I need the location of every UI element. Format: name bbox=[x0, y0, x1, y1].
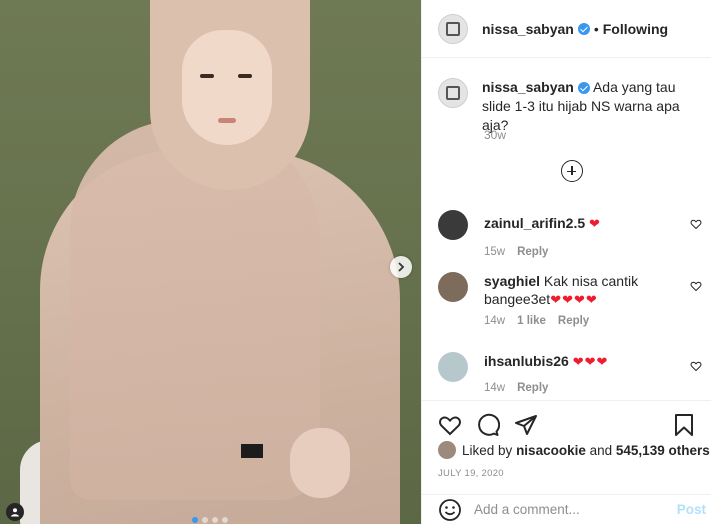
comment-item: zainul_arifin2.5 ❤ 15w Reply bbox=[438, 210, 702, 258]
comment-hearts: ❤ bbox=[589, 216, 601, 231]
verified-icon bbox=[577, 82, 590, 95]
comment-item: ihsanlubis26 ❤❤❤ 14w Reply bbox=[438, 352, 702, 394]
likes-summary: Liked by nisacookie and 545,139 others bbox=[422, 441, 711, 459]
following-button[interactable]: Following bbox=[603, 21, 668, 37]
reply-button[interactable]: Reply bbox=[558, 315, 589, 327]
likes-connector: and bbox=[589, 442, 613, 458]
hand bbox=[290, 428, 350, 498]
comment-meta: 15w Reply bbox=[484, 246, 698, 258]
lips bbox=[218, 118, 236, 123]
action-icons bbox=[422, 401, 711, 441]
reply-button[interactable]: Reply bbox=[517, 246, 548, 258]
comment-input[interactable] bbox=[474, 502, 664, 517]
add-comment-bar: Post bbox=[422, 494, 711, 524]
chevron-right-icon bbox=[398, 262, 405, 272]
carousel-dot bbox=[222, 517, 228, 523]
post-actions: Liked by nisacookie and 545,139 others J… bbox=[422, 400, 711, 524]
carousel-dot bbox=[192, 517, 198, 523]
liker-username[interactable]: nisacookie bbox=[516, 443, 586, 458]
comment-avatar[interactable] bbox=[438, 352, 468, 382]
post-button[interactable]: Post bbox=[677, 502, 706, 517]
comment-meta: 14w Reply bbox=[484, 382, 698, 394]
post-username[interactable]: nissa_sabyan bbox=[482, 21, 574, 37]
liker-avatar[interactable] bbox=[438, 441, 456, 459]
caption-avatar[interactable] bbox=[438, 78, 468, 108]
avatar-image bbox=[446, 86, 460, 100]
comment-avatar[interactable] bbox=[438, 272, 468, 302]
comment-hearts: ❤❤❤❤ bbox=[550, 292, 598, 307]
comment-like-count[interactable]: 1 like bbox=[517, 315, 546, 327]
heart-icon[interactable] bbox=[690, 360, 702, 372]
post-date[interactable]: JULY 19, 2020 bbox=[422, 468, 711, 479]
comment-body: syaghiel Kak nisa cantik bangee3et❤❤❤❤ bbox=[484, 272, 674, 309]
comment-time[interactable]: 14w bbox=[484, 315, 505, 327]
carousel-dots bbox=[192, 517, 228, 523]
comment-time[interactable]: 15w bbox=[484, 246, 505, 258]
avatar[interactable] bbox=[438, 13, 468, 44]
reply-button[interactable]: Reply bbox=[517, 382, 548, 394]
likes-count[interactable]: 545,139 others bbox=[616, 443, 710, 458]
comment-meta: 14w 1 like Reply bbox=[484, 315, 698, 327]
caption-time[interactable]: 30w bbox=[484, 128, 506, 142]
post-photo[interactable] bbox=[0, 0, 421, 524]
comment-username[interactable]: syaghiel bbox=[484, 273, 540, 289]
carousel-dot bbox=[212, 517, 218, 523]
caption: nissa_sabyan Ada yang tau slide 1-3 itu … bbox=[438, 78, 698, 135]
user-tag-icon bbox=[11, 508, 19, 517]
likes-prefix: Liked by bbox=[462, 442, 513, 458]
garment-label bbox=[241, 444, 263, 458]
comment-body: zainul_arifin2.5 ❤ bbox=[484, 210, 674, 240]
carousel-dot bbox=[202, 517, 208, 523]
comment-icon[interactable] bbox=[476, 413, 500, 437]
user-tag-button[interactable] bbox=[6, 503, 24, 521]
bookmark-icon[interactable] bbox=[672, 413, 696, 437]
caption-text-block: nissa_sabyan Ada yang tau slide 1-3 itu … bbox=[482, 78, 698, 135]
comment-username[interactable]: ihsanlubis26 bbox=[484, 353, 569, 369]
separator: • bbox=[593, 20, 599, 37]
comment-body: ihsanlubis26 ❤❤❤ bbox=[484, 352, 674, 382]
comment-item: syaghiel Kak nisa cantik bangee3et❤❤❤❤ 1… bbox=[438, 272, 702, 327]
eye bbox=[238, 74, 252, 78]
comment-username[interactable]: zainul_arifin2.5 bbox=[484, 215, 585, 231]
face bbox=[182, 30, 272, 145]
heart-icon[interactable] bbox=[690, 218, 702, 230]
post-header: nissa_sabyan • Following bbox=[422, 0, 711, 58]
next-slide-button[interactable] bbox=[390, 256, 412, 278]
comment-hearts: ❤❤❤ bbox=[572, 354, 609, 369]
avatar-image bbox=[446, 21, 460, 36]
comment-avatar[interactable] bbox=[438, 210, 468, 240]
comment-time[interactable]: 14w bbox=[484, 382, 505, 394]
heart-icon[interactable] bbox=[438, 413, 462, 437]
verified-icon bbox=[577, 22, 590, 35]
load-more-comments-button[interactable] bbox=[561, 160, 583, 182]
heart-icon[interactable] bbox=[690, 280, 702, 292]
post-sidebar: nissa_sabyan • Following nissa_sabyan Ad… bbox=[421, 0, 711, 524]
eye bbox=[200, 74, 214, 78]
caption-username[interactable]: nissa_sabyan bbox=[482, 79, 574, 95]
share-icon[interactable] bbox=[514, 413, 538, 437]
emoji-icon[interactable] bbox=[438, 498, 462, 522]
